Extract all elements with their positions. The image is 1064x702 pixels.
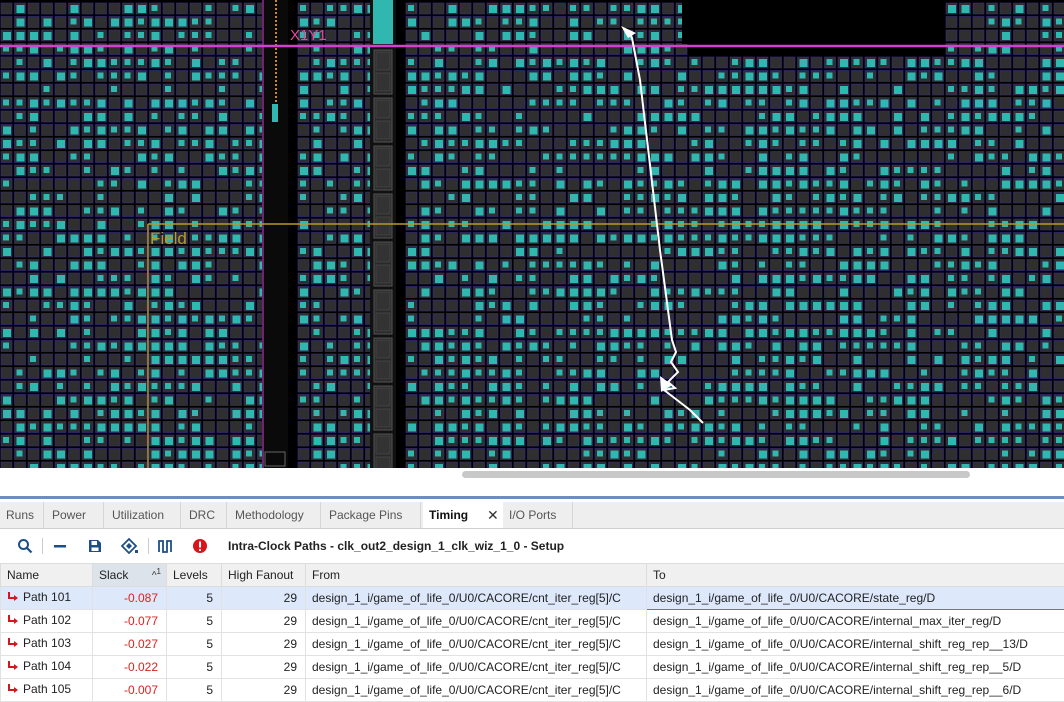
levels-cell: 5 [167,610,222,633]
timing-path-icon [7,591,20,606]
tab-power[interactable]: Power [46,502,104,528]
path-name-cell[interactable]: Path 104 [1,656,93,679]
to-cell: design_1_i/game_of_life_0/U0/CACORE/inte… [647,656,1064,679]
path-name-cell[interactable]: Path 102 [1,610,93,633]
levels-cell: 5 [167,633,222,656]
table-row[interactable]: Path 102 -0.077 5 29 design_1_i/game_of_… [1,610,1064,633]
from-cell: design_1_i/game_of_life_0/U0/CACORE/cnt_… [306,633,647,656]
tab-package-pins[interactable]: Package Pins [323,502,421,528]
tab-runs[interactable]: Runs [0,502,44,528]
slack-cell: -0.087 [93,587,167,610]
column-header-name[interactable]: Name [1,564,93,587]
from-cell: design_1_i/game_of_life_0/U0/CACORE/cnt_… [306,656,647,679]
column-header-from[interactable]: From [306,564,647,587]
table-row[interactable]: Path 105 -0.007 5 29 design_1_i/game_of_… [1,679,1064,702]
column-header-to[interactable]: To [647,564,1064,587]
error-icon[interactable] [190,537,210,555]
slack-cell: -0.007 [93,679,167,702]
from-cell: design_1_i/game_of_life_0/U0/CACORE/cnt_… [306,679,647,702]
column-header-high-fanout[interactable]: High Fanout [222,564,306,587]
levels-cell: 5 [167,679,222,702]
timing-toolbar: Intra-Clock Paths - clk_out2_design_1_cl… [0,529,1064,563]
horizontal-scrollbar-thumb[interactable] [462,471,970,478]
table-row[interactable]: Path 103 -0.027 5 29 design_1_i/game_of_… [1,633,1064,656]
tab-utilization[interactable]: Utilization [106,502,181,528]
timing-path-icon [7,614,20,629]
timing-path-icon [7,683,20,698]
from-cell: design_1_i/game_of_life_0/U0/CACORE/cnt_… [306,587,647,610]
search-icon[interactable] [15,537,35,555]
to-cell: design_1_i/game_of_life_0/U0/CACORE/inte… [647,633,1064,656]
path-name-cell[interactable]: Path 101 [1,587,93,610]
waveform-icon[interactable] [156,537,176,555]
high-fanout-cell: 29 [222,587,306,610]
levels-cell: 5 [167,656,222,679]
panel-title: Intra-Clock Paths - clk_out2_design_1_cl… [228,539,564,553]
sort-ascending-icon: ^1 [152,567,161,581]
to-cell: design_1_i/game_of_life_0/U0/CACORE/inte… [647,679,1064,702]
to-cell: design_1_i/game_of_life_0/U0/CACORE/stat… [647,587,1064,610]
tab-methodology[interactable]: Methodology [229,502,321,528]
high-fanout-cell: 29 [222,633,306,656]
clock-region-label: X1Y1 [290,27,327,44]
table-header-row: Name Slack ^1 Levels High Fanout From To [1,564,1064,587]
column-header-slack-label: Slack [99,568,128,582]
collapse-icon[interactable] [50,537,70,555]
tab-drc[interactable]: DRC [183,502,227,528]
to-cell: design_1_i/game_of_life_0/U0/CACORE/inte… [647,610,1064,633]
high-fanout-cell: 29 [222,656,306,679]
slack-cell: -0.027 [93,633,167,656]
levels-cell: 5 [167,587,222,610]
timing-paths-table: Name Slack^1 Levels High Fanout From To … [0,563,1064,702]
save-icon[interactable] [85,537,105,555]
tab-io-ports[interactable]: I/O Ports [503,502,573,528]
column-header-slack[interactable]: Slack ^1 [93,564,167,587]
high-fanout-cell: 29 [222,679,306,702]
filter-icon[interactable] [120,537,140,555]
close-icon[interactable]: ✕ [487,502,499,528]
column-header-levels[interactable]: Levels [167,564,222,587]
table-row[interactable]: Path 101 -0.087 5 29 design_1_i/game_of_… [1,587,1064,610]
slack-cell: -0.077 [93,610,167,633]
high-fanout-cell: 29 [222,610,306,633]
clock-column [262,0,288,470]
path-name-cell[interactable]: Path 103 [1,633,93,656]
timing-path-icon [7,637,20,652]
path-name-cell[interactable]: Path 105 [1,679,93,702]
table-row[interactable]: Path 104 -0.022 5 29 design_1_i/game_of_… [1,656,1064,679]
from-cell: design_1_i/game_of_life_0/U0/CACORE/cnt_… [306,610,647,633]
timing-path-icon [7,660,20,675]
device-view[interactable]: X1Y1 Field [0,0,1064,470]
bottom-tab-bar: Runs Power Utilization DRC Methodology P… [0,502,1064,529]
panel-separator[interactable] [0,496,1064,499]
slack-cell: -0.022 [93,656,167,679]
pblock-label: Field [150,229,187,249]
